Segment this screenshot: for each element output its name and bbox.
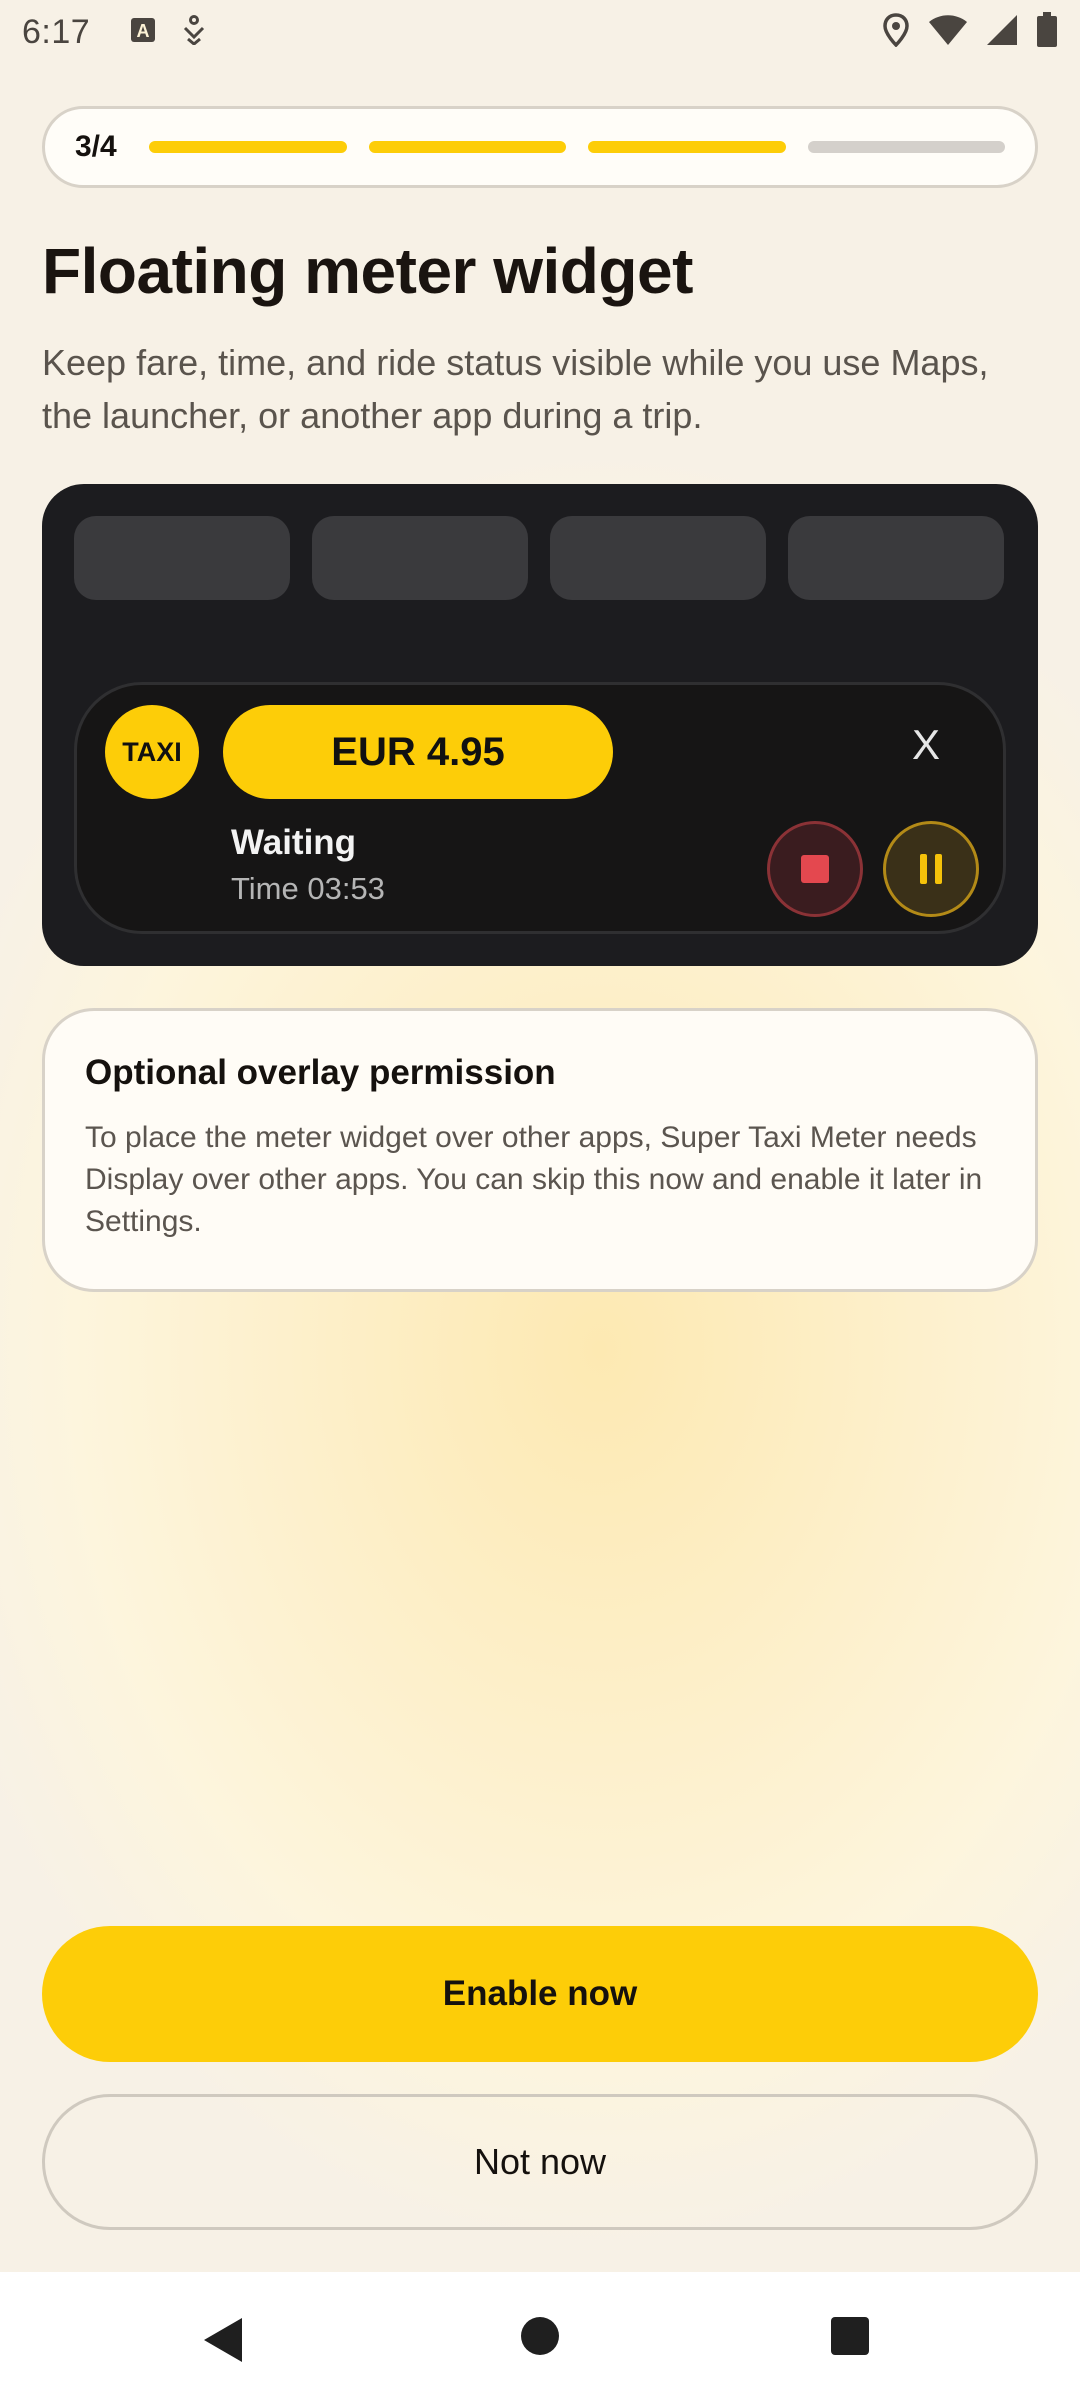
progress-label: 3/4 bbox=[75, 130, 117, 163]
placeholder-tile bbox=[788, 516, 1004, 600]
wifi-icon bbox=[928, 14, 968, 51]
pause-button[interactable] bbox=[883, 821, 979, 917]
progress-segment bbox=[149, 141, 347, 153]
not-now-button[interactable]: Not now bbox=[42, 2094, 1038, 2230]
status-right-icons bbox=[882, 11, 1058, 53]
page-subtitle: Keep fare, time, and ride status visible… bbox=[42, 342, 989, 436]
status-left-icons: A bbox=[130, 14, 206, 50]
ride-time: Time 03:53 bbox=[231, 871, 385, 906]
floating-meter-widget: TAXI EUR 4.95 X Waiting Time 03:53 bbox=[74, 682, 1006, 934]
pause-icon bbox=[920, 854, 927, 884]
placeholder-tile bbox=[312, 516, 528, 600]
keyboard-a-icon: A bbox=[130, 17, 156, 48]
home-icon[interactable] bbox=[521, 2317, 559, 2355]
system-nav-bar bbox=[0, 2272, 1080, 2400]
progress-segments bbox=[149, 141, 1005, 153]
close-icon[interactable]: X bbox=[901, 715, 951, 775]
placeholder-tile bbox=[550, 516, 766, 600]
stop-icon bbox=[801, 855, 829, 883]
progress-segment bbox=[368, 141, 566, 153]
widget-preview-card: TAXI EUR 4.95 X Waiting Time 03:53 bbox=[42, 484, 1038, 966]
taxi-badge: TAXI bbox=[105, 705, 199, 799]
page-title: Floating meter widget bbox=[42, 235, 693, 307]
cell-signal-icon bbox=[986, 14, 1018, 51]
progress-segment bbox=[807, 141, 1005, 153]
pause-icon bbox=[935, 854, 942, 884]
fare-display: EUR 4.95 bbox=[223, 705, 613, 799]
battery-icon bbox=[1036, 11, 1058, 53]
permission-body: To place the meter widget over other app… bbox=[85, 1121, 983, 1238]
back-icon[interactable] bbox=[204, 2318, 242, 2362]
stop-button[interactable] bbox=[767, 821, 863, 917]
onboarding-progress: 3/4 bbox=[42, 106, 1038, 188]
svg-text:A: A bbox=[137, 21, 150, 41]
overlay-permission-card: Optional overlay permission To place the… bbox=[42, 1008, 1038, 1292]
recents-icon[interactable] bbox=[831, 2317, 869, 2355]
ride-status: Waiting bbox=[231, 823, 357, 862]
status-time: 6:17 bbox=[22, 12, 91, 51]
location-icon bbox=[882, 12, 910, 52]
permission-title: Optional overlay permission bbox=[85, 1053, 556, 1092]
status-bar: 6:17 A bbox=[0, 0, 1080, 64]
placeholder-tiles bbox=[74, 516, 1004, 600]
progress-segment bbox=[588, 141, 786, 153]
enable-now-button[interactable]: Enable now bbox=[42, 1926, 1038, 2062]
placeholder-tile bbox=[74, 516, 290, 600]
accessibility-icon bbox=[182, 14, 206, 50]
